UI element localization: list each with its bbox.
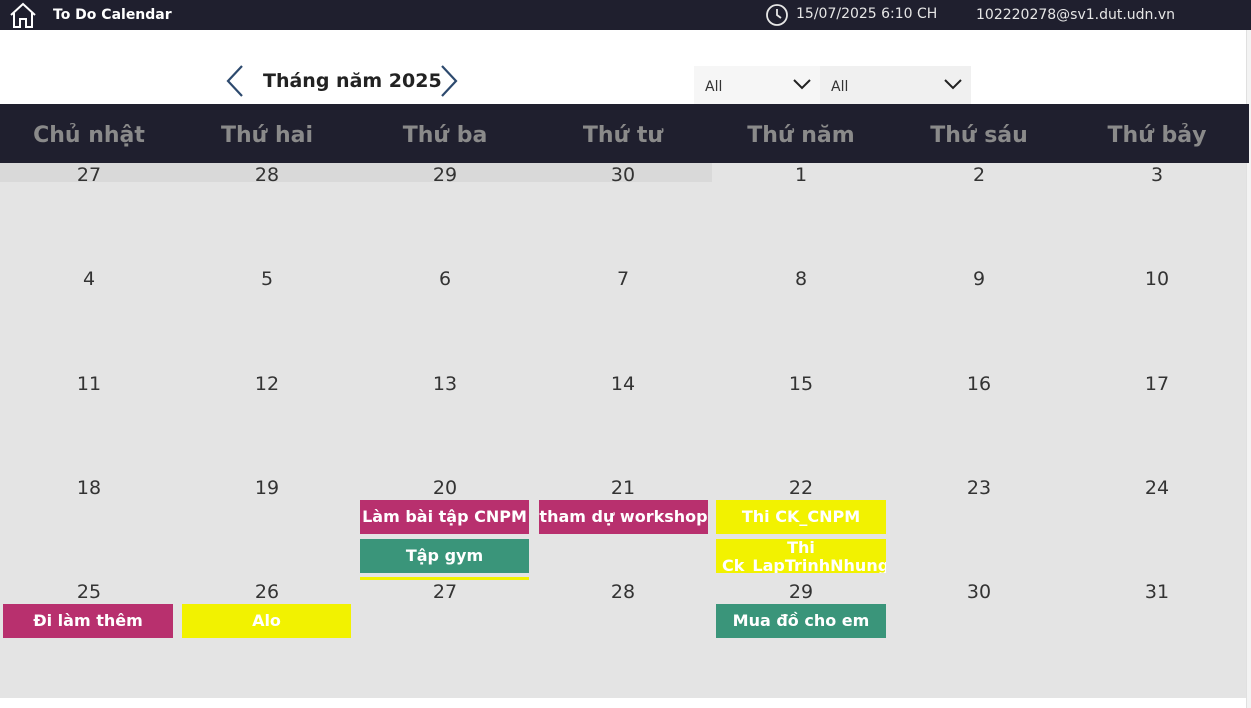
day-cell[interactable]: 8	[712, 268, 890, 290]
day-cell[interactable]: 30	[890, 581, 1068, 603]
filter-2-value: All	[831, 79, 849, 95]
day-cell[interactable]: 18	[0, 477, 178, 499]
weekday-tuesday: Thứ ba	[402, 123, 488, 148]
weekday-thursday: Thứ năm	[747, 123, 855, 148]
filter-dropdown-2[interactable]: All	[820, 66, 971, 104]
day-cell[interactable]: 19	[178, 477, 356, 499]
day-cell[interactable]: 13	[356, 373, 534, 395]
day-cell[interactable]: 3	[1068, 164, 1246, 186]
day-cell[interactable]: 29	[356, 164, 534, 186]
day-cell[interactable]: 21	[534, 477, 712, 499]
top-bar: To Do Calendar 15/07/2025 6:10 CH 102220…	[0, 0, 1251, 30]
day-cell[interactable]: 22	[712, 477, 890, 499]
weekday-monday: Thứ hai	[220, 123, 314, 148]
event-overflow-indicator[interactable]	[360, 577, 529, 580]
day-cell[interactable]: 23	[890, 477, 1068, 499]
weekday-friday: Thứ sáu	[930, 123, 1028, 148]
user-email: 102220278@sv1.dut.udn.vn	[976, 7, 1176, 23]
day-cell[interactable]: 6	[356, 268, 534, 290]
filter-dropdown-1[interactable]: All	[694, 66, 820, 104]
event-mua-do-cho-em[interactable]: Mua đồ cho em	[716, 604, 886, 638]
day-cell[interactable]: 29	[712, 581, 890, 603]
day-cell[interactable]: 12	[178, 373, 356, 395]
day-cell[interactable]: 10	[1068, 268, 1246, 290]
day-cell[interactable]: 30	[534, 164, 712, 186]
day-cell[interactable]: 7	[534, 268, 712, 290]
day-cell[interactable]: 16	[890, 373, 1068, 395]
next-month-button[interactable]	[434, 62, 462, 100]
day-cell[interactable]: 26	[178, 581, 356, 603]
day-cell[interactable]: 4	[0, 268, 178, 290]
event-thi-ck-laptrinhnhung[interactable]: Thi Ck_LapTrinhNhung	[716, 539, 886, 573]
day-cell[interactable]: 14	[534, 373, 712, 395]
day-cell[interactable]: 24	[1068, 477, 1246, 499]
day-cell[interactable]: 31	[1068, 581, 1246, 603]
day-cell[interactable]: 11	[0, 373, 178, 395]
chevron-down-icon	[793, 79, 811, 90]
event-alo[interactable]: Alo	[182, 604, 351, 638]
event-tap-gym[interactable]: Tập gym	[360, 539, 529, 573]
previous-month-button[interactable]	[222, 62, 250, 100]
weekday-sunday: Chủ nhật	[33, 123, 145, 148]
event-lam-bai-tap-cnpm[interactable]: Làm bài tập CNPM	[360, 500, 529, 534]
day-cell[interactable]: 9	[890, 268, 1068, 290]
day-cell[interactable]: 27	[0, 164, 178, 186]
day-cell[interactable]: 27	[356, 581, 534, 603]
app-title: To Do Calendar	[53, 7, 172, 23]
day-cell[interactable]: 2	[890, 164, 1068, 186]
day-cell[interactable]: 20	[356, 477, 534, 499]
filter-1-value: All	[705, 79, 723, 95]
day-cell[interactable]: 5	[178, 268, 356, 290]
event-tham-du-workshop[interactable]: tham dự workshop	[539, 500, 708, 534]
weekday-saturday: Thứ bảy	[1107, 123, 1207, 148]
day-cell[interactable]: 17	[1068, 373, 1246, 395]
event-thi-ck-cnpm[interactable]: Thi CK_CNPM	[716, 500, 886, 534]
weekday-header: Chủ nhật Thứ hai Thứ ba Thứ tư Thứ năm T…	[0, 104, 1249, 163]
month-title: Tháng năm 2025	[263, 70, 442, 92]
day-cell[interactable]: 28	[178, 164, 356, 186]
chevron-down-icon	[944, 79, 962, 90]
day-cell[interactable]: 28	[534, 581, 712, 603]
day-cell[interactable]: 15	[712, 373, 890, 395]
current-datetime: 15/07/2025 6:10 CH	[796, 6, 938, 22]
event-di-lam-them[interactable]: Đi làm thêm	[3, 604, 173, 638]
day-cell[interactable]: 25	[0, 581, 178, 603]
weekday-wednesday: Thứ tư	[582, 123, 664, 148]
clock-icon	[766, 4, 788, 26]
home-icon[interactable]	[8, 2, 38, 28]
day-cell[interactable]: 1	[712, 164, 890, 186]
